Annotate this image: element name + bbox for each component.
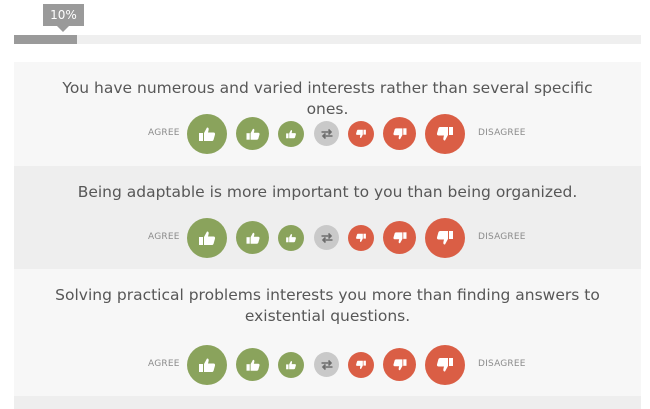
- thumbs-down-icon: [436, 358, 453, 372]
- thumbs-down-icon: [392, 358, 406, 370]
- strongly-disagree-option[interactable]: [425, 114, 465, 154]
- answer-scale: AGREE DISAGREE: [14, 217, 641, 258]
- progress-percent-label: 10%: [43, 4, 84, 32]
- thumbs-up-icon: [246, 359, 260, 371]
- question-row: Being adaptable is more important to you…: [14, 166, 641, 269]
- disagree-label: DISAGREE: [478, 359, 526, 369]
- thumbs-up-icon: [286, 130, 296, 139]
- answer-scale: AGREE DISAGREE: [14, 113, 641, 154]
- thumbs-down-icon: [356, 360, 366, 369]
- disagree-label: DISAGREE: [478, 128, 526, 138]
- question-row: You have numerous and varied interests r…: [14, 62, 641, 166]
- neutral-option[interactable]: [314, 352, 339, 377]
- neutral-option[interactable]: [314, 121, 339, 146]
- strongly-agree-option[interactable]: [187, 218, 227, 258]
- thumbs-up-icon: [286, 234, 296, 243]
- disagree-option[interactable]: [383, 348, 416, 381]
- thumbs-down-icon: [356, 233, 366, 242]
- thumbs-up-icon: [246, 128, 260, 140]
- agree-option[interactable]: [236, 117, 269, 150]
- strongly-disagree-option[interactable]: [425, 345, 465, 385]
- question-statement: Being adaptable is more important to you…: [77, 183, 578, 201]
- neutral-option[interactable]: [314, 225, 339, 250]
- slightly-agree-option[interactable]: [278, 225, 304, 251]
- agree-label: AGREE: [148, 128, 180, 138]
- thumbs-down-icon: [392, 127, 406, 139]
- strongly-disagree-option[interactable]: [425, 218, 465, 258]
- thumbs-down-icon: [436, 231, 453, 245]
- question-row: Solving practical problems interests you…: [14, 269, 641, 396]
- slightly-disagree-option[interactable]: [348, 121, 374, 147]
- strongly-agree-option[interactable]: [187, 345, 227, 385]
- strongly-agree-option[interactable]: [187, 114, 227, 154]
- progress-bar: 10%: [14, 0, 641, 45]
- progress-track: [14, 35, 641, 44]
- thumbs-down-icon: [436, 127, 453, 141]
- swap-arrows-icon: [321, 128, 332, 139]
- test-page: 10% You have numerous and varied interes…: [0, 0, 650, 409]
- question-row-partial: [14, 396, 641, 409]
- disagree-option[interactable]: [383, 117, 416, 150]
- thumbs-up-icon: [199, 231, 216, 245]
- answer-scale: AGREE DISAGREE: [14, 344, 641, 385]
- disagree-option[interactable]: [383, 221, 416, 254]
- thumbs-up-icon: [286, 361, 296, 370]
- swap-arrows-icon: [321, 359, 332, 370]
- slightly-disagree-option[interactable]: [348, 225, 374, 251]
- disagree-label: DISAGREE: [478, 232, 526, 242]
- progress-fill: [14, 35, 77, 44]
- slightly-agree-option[interactable]: [278, 121, 304, 147]
- question-statement: Solving practical problems interests you…: [55, 286, 600, 325]
- swap-arrows-icon: [321, 232, 332, 243]
- agree-label: AGREE: [148, 232, 180, 242]
- thumbs-up-icon: [246, 232, 260, 244]
- agree-label: AGREE: [148, 359, 180, 369]
- thumbs-up-icon: [199, 127, 216, 141]
- thumbs-down-icon: [356, 129, 366, 138]
- thumbs-up-icon: [199, 358, 216, 372]
- thumbs-down-icon: [392, 231, 406, 243]
- agree-option[interactable]: [236, 221, 269, 254]
- slightly-disagree-option[interactable]: [348, 352, 374, 378]
- agree-option[interactable]: [236, 348, 269, 381]
- slightly-agree-option[interactable]: [278, 352, 304, 378]
